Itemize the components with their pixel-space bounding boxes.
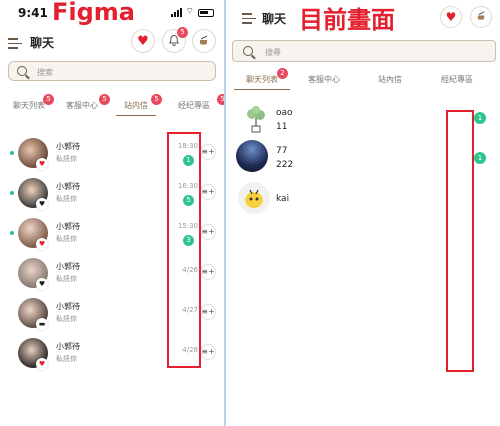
heart-icon: ♥ [137,33,149,49]
search-bar[interactable]: 搜尋 [232,40,496,62]
tab-label: 經紀專區 [441,75,473,84]
tab-customer-service[interactable]: 客服中心 5 [54,94,110,116]
tab-badge: 5 [151,94,162,105]
wifi-icon: ⌔ [185,7,194,17]
chat-message: 私訊你 [56,355,77,363]
tab-customer-service[interactable]: 客服中心 [290,74,358,90]
favorite-button[interactable]: ♥ [131,29,155,53]
heart-icon: ▬ [36,318,48,330]
page-title: 聊天 [30,36,55,50]
chat-name: 小郭待 [56,222,80,231]
chat-message: 私訊你 [56,235,77,243]
heart-icon: ♥ [36,278,48,290]
avatar [238,182,270,214]
notification-badge: 5 [177,27,188,38]
unread-count: 1 [474,152,486,164]
search-placeholder: 搜尋 [265,48,281,57]
search-icon [243,46,253,56]
status-bar: 9:41 Figma ⌔ [0,0,224,26]
figma-label: Figma [52,0,136,26]
current-label: 目前畫面 [299,6,395,34]
chat-message: 222 [276,160,294,170]
chat-message: 私訊你 [56,275,77,283]
highlight-box [446,110,474,372]
tab-badge: 5 [217,94,224,105]
gift-button[interactable] [192,29,216,53]
menu-icon[interactable] [8,38,22,49]
heart-icon: ♥ [36,238,48,250]
chat-name: 小郭待 [56,342,80,351]
signal-icon [170,8,182,17]
add-note-icon[interactable]: ≡+ [200,304,216,320]
tab-label: 聊天列表 [246,75,278,84]
avatar [242,106,270,134]
heart-icon: ♥ [445,10,457,24]
status-icons: ⌔ [170,7,214,17]
battery-icon [198,8,214,17]
tab-chat-list[interactable]: 聊天列表 5 [4,94,54,116]
tab-label: 客服中心 [308,75,340,84]
tab-agent-zone[interactable]: 经纪專區 5 [166,94,224,116]
tab-inbox[interactable]: 站內信 [358,74,422,90]
chat-name: oao [276,108,293,118]
page-title: 聊天 [262,12,287,26]
tab-inbox[interactable]: 站内信 5 [116,94,162,116]
heart-icon: ♥ [36,158,48,170]
chat-name: 小郭待 [56,302,80,311]
menu-icon[interactable] [242,13,256,24]
coffee-icon [476,10,487,24]
tab-bar: 聊天列表 5 客服中心 5 站内信 5 经纪專區 5 [4,94,224,116]
tab-label: 聊天列表 [13,101,45,110]
tab-bar: 聊天列表 2 客服中心 站內信 經紀專區 [234,68,496,90]
chat-name: 小郭待 [56,142,80,151]
favorite-button[interactable]: ♥ [440,6,462,28]
current-panel: 聊天 目前畫面 ♥ 搜尋 聊天列表 2 客服中心 站內信 經紀專區 oao 11… [226,0,500,426]
status-time: 9:41 [18,6,48,20]
tab-label: 站內信 [378,75,402,84]
notification-button[interactable]: 5 [162,27,188,53]
chat-name: 77 [276,146,288,156]
add-note-icon[interactable]: ≡+ [200,224,216,240]
search-placeholder: 搜索 [37,68,53,77]
tab-agent-zone[interactable]: 經紀專區 [422,74,492,90]
tab-chat-list[interactable]: 聊天列表 2 [234,68,290,90]
tab-label: 经纪專區 [178,101,210,110]
online-indicator [10,191,14,195]
chat-message: 私訊你 [56,315,77,323]
unread-count: 1 [474,112,486,124]
tab-label: 客服中心 [66,101,98,110]
figma-panel: 9:41 Figma ⌔ 聊天 ♥ 5 搜索 聊天列表 5 客服中心 5 站内信… [0,0,224,426]
add-note-icon[interactable]: ≡+ [200,184,216,200]
avatar [236,140,268,172]
tab-badge: 2 [277,68,288,79]
heart-icon: ♥ [36,358,48,370]
header: 聊天 目前畫面 ♥ [226,0,500,34]
chat-name: 小郭待 [56,262,80,271]
heart-icon: ♥ [36,198,48,210]
chat-name: 小郭待 [56,182,80,191]
chat-message: 11 [276,122,288,132]
add-note-icon[interactable]: ≡+ [200,144,216,160]
coffee-icon [198,34,210,49]
online-indicator [10,151,14,155]
add-note-icon[interactable]: ≡+ [200,344,216,360]
search-bar[interactable]: 搜索 [8,61,216,81]
chat-message: 私訊你 [56,195,77,203]
search-icon [17,66,27,76]
tab-label: 站内信 [124,101,148,110]
highlight-box [167,132,201,368]
online-indicator [10,231,14,235]
add-note-icon[interactable]: ≡+ [200,264,216,280]
chat-name: kai [276,194,290,204]
chat-message: 私訊你 [56,155,77,163]
gift-button[interactable] [470,6,492,28]
tab-badge: 5 [43,94,54,105]
tab-badge: 5 [99,94,110,105]
header: 聊天 ♥ 5 [0,26,224,58]
